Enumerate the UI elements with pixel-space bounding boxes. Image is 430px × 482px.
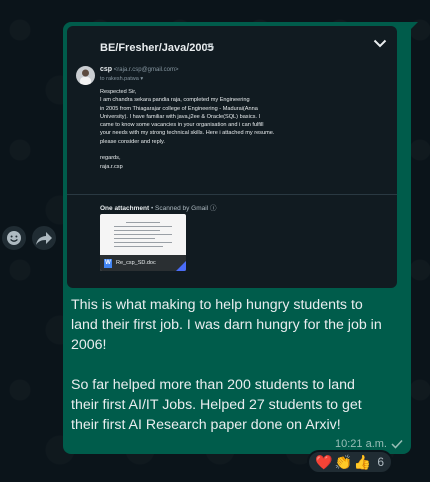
recipient-line: to rakesh.patwa ▾ bbox=[100, 76, 143, 82]
forward-icon bbox=[36, 232, 52, 245]
message-paragraph-2: So far helped more than 200 students to … bbox=[71, 377, 362, 433]
message-bubble[interactable]: BE/Fresher/Java/2005 csp <raja.r.csp@gma… bbox=[63, 22, 411, 454]
attachment-header: One attachment • Scanned by Gmail ⓘ bbox=[100, 202, 216, 212]
corner-fold bbox=[176, 261, 186, 271]
attachment-footer: W Re_csp_SD.doc bbox=[100, 255, 186, 271]
attachment-card[interactable]: W Re_csp_SD.doc bbox=[100, 214, 186, 271]
email-body: Respected Sir, I am chandra sekara pandi… bbox=[100, 89, 275, 170]
heart-emoji: ❤️ bbox=[315, 453, 333, 470]
sender-name: csp bbox=[100, 66, 113, 73]
attachment-count: One attachment bbox=[100, 205, 150, 212]
message-paragraph-1: This is what making to help hungry stude… bbox=[71, 297, 382, 353]
sender-email: <raja.r.csp@gmail.com> bbox=[113, 67, 179, 73]
emoji-react-button[interactable] bbox=[2, 226, 26, 250]
email-subject: BE/Fresher/Java/2005 bbox=[100, 42, 214, 54]
forward-button[interactable] bbox=[32, 226, 56, 250]
expand-button[interactable] bbox=[373, 36, 387, 54]
message-time: 10:21 a.m. bbox=[335, 438, 387, 450]
check-icon bbox=[391, 439, 403, 449]
caret-down-icon: ▾ bbox=[140, 76, 144, 82]
info-icon: ⓘ bbox=[209, 205, 217, 212]
chevron-down-icon bbox=[373, 39, 387, 48]
clap-emoji: 👏 bbox=[334, 453, 352, 470]
email-screenshot[interactable]: BE/Fresher/Java/2005 csp <raja.r.csp@gma… bbox=[67, 26, 397, 288]
message-meta: 10:21 a.m. bbox=[335, 438, 403, 450]
label-icon bbox=[206, 44, 214, 50]
sender-line: csp <raja.r.csp@gmail.com> bbox=[100, 66, 179, 73]
message-text: This is what making to help hungry stude… bbox=[71, 295, 383, 455]
recipient: to rakesh.patwa bbox=[100, 76, 139, 82]
divider bbox=[67, 194, 397, 195]
thumbs-up-emoji: 👍 bbox=[353, 453, 372, 470]
word-doc-icon: W bbox=[104, 258, 112, 268]
message-actions bbox=[2, 226, 56, 250]
scan-note: • Scanned by Gmail bbox=[150, 205, 209, 212]
doc-thumbnail bbox=[114, 222, 172, 250]
reactions-pill[interactable]: ❤️ 👏 👍 6 bbox=[307, 450, 393, 474]
reaction-count: 6 bbox=[377, 455, 384, 469]
sender-avatar bbox=[76, 66, 95, 85]
smiley-icon bbox=[7, 231, 21, 245]
attachment-name: Re_csp_SD.doc bbox=[116, 260, 156, 266]
